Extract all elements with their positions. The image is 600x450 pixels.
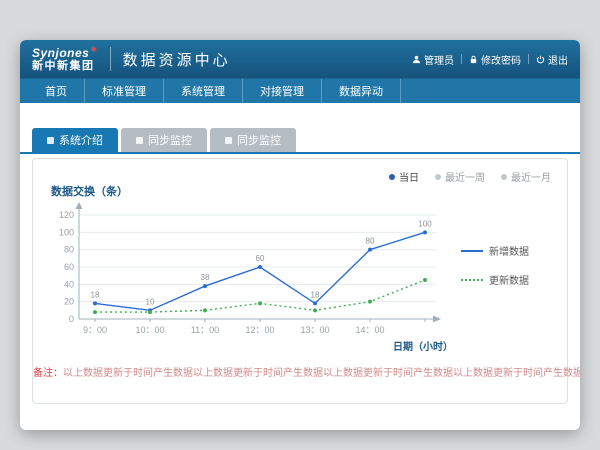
page-title: 数据资源中心 [123, 49, 231, 70]
nav-item-standard-mgmt[interactable]: 标准管理 [85, 79, 164, 103]
svg-text:20: 20 [64, 297, 74, 307]
tab-sync-monitor-2[interactable]: 同步监控 [210, 128, 296, 152]
legend-label: 新增数据 [489, 243, 529, 258]
svg-text:12：00: 12：00 [245, 325, 274, 335]
svg-text:60: 60 [64, 262, 74, 272]
admin-label: 管理员 [424, 52, 454, 67]
tab-label: 同步监控 [237, 132, 281, 148]
filter-dot-icon [389, 174, 395, 180]
svg-text:日期（小时）: 日期（小时） [393, 340, 453, 353]
footnote-prefix: 备注： [33, 368, 63, 379]
series-legend: 新增数据 更新数据 [461, 243, 529, 287]
svg-text:10: 10 [146, 297, 155, 306]
legend-item-update-data[interactable]: 更新数据 [461, 272, 529, 287]
logout-button[interactable]: 退出 [536, 52, 568, 67]
admin-button[interactable]: 管理员 [412, 52, 454, 67]
legend-item-new-data[interactable]: 新增数据 [461, 243, 529, 258]
tab-label: 同步监控 [148, 132, 192, 148]
svg-text:13：00: 13：00 [300, 325, 329, 335]
line-chart: 0 20 40 60 80 100 120 9：00 10：00 11：00 12：00 13：00 1… [45, 199, 457, 357]
footnote: 备注：以上数据更新于时间产生数据以上数据更新于时间产生数据以上数据更新于时间产生… [33, 364, 567, 379]
svg-text:100: 100 [418, 219, 432, 228]
svg-text:18: 18 [91, 290, 100, 299]
chart-row: 0 20 40 60 80 100 120 9：00 10：00 11：00 12：00 13：00 1… [45, 199, 559, 357]
svg-text:11：00: 11：00 [191, 325, 219, 335]
change-password-label: 修改密码 [481, 52, 521, 67]
desktop-background: Synjones✱ 新中新集团 数据资源中心 管理员 修改密码 退出 [0, 0, 600, 450]
svg-text:9：00: 9：00 [83, 325, 107, 335]
svg-text:100: 100 [59, 227, 74, 237]
svg-text:10：00: 10：00 [135, 325, 164, 335]
user-icon [412, 55, 421, 64]
brand-company: 新中新集团 [32, 60, 98, 72]
svg-text:80: 80 [366, 237, 375, 246]
filter-label: 当日 [399, 169, 419, 184]
header-separator [528, 54, 529, 64]
svg-text:38: 38 [201, 273, 210, 282]
tab-underline [20, 152, 580, 154]
solid-line-sample-icon [461, 250, 483, 252]
time-filters: 当日 最近一周 最近一月 [389, 169, 551, 184]
svg-text:14：00: 14：00 [355, 325, 384, 335]
legend-label: 更新数据 [489, 272, 529, 287]
brand-logo: Synjones✱ 新中新集团 [32, 46, 98, 72]
footnote-text: 以上数据更新于时间产生数据以上数据更新于时间产生数据以上数据更新于时间产生数据以… [63, 368, 580, 379]
y-axis-title: 数据交换（条） [51, 183, 128, 199]
tab-icon [225, 137, 232, 144]
header-actions: 管理员 修改密码 退出 [412, 52, 568, 67]
filter-dot-icon [501, 174, 507, 180]
tab-system-intro[interactable]: 系统介绍 [32, 128, 118, 152]
svg-text:0: 0 [69, 314, 74, 324]
app-header: Synjones✱ 新中新集团 数据资源中心 管理员 修改密码 退出 [20, 40, 580, 78]
change-password-button[interactable]: 修改密码 [469, 52, 521, 67]
app-window: Synjones✱ 新中新集团 数据资源中心 管理员 修改密码 退出 [20, 40, 580, 430]
brand-name: Synjones✱ [32, 46, 98, 60]
tab-icon [47, 137, 54, 144]
chart-panel: 当日 最近一周 最近一月 数据交换（条） 0 20 40 60 80 100 120 9：00… [32, 158, 568, 404]
tab-label: 系统介绍 [59, 132, 103, 148]
nav-item-home[interactable]: 首页 [28, 79, 85, 103]
logo-star-icon: ✱ [90, 45, 97, 54]
svg-text:40: 40 [64, 279, 74, 289]
nav-item-system-mgmt[interactable]: 系统管理 [164, 79, 243, 103]
nav-item-data-change[interactable]: 数据异动 [322, 79, 401, 103]
svg-text:80: 80 [64, 245, 74, 255]
dotted-line-sample-icon [461, 279, 483, 281]
power-icon [536, 55, 545, 64]
filter-dot-icon [435, 174, 441, 180]
filter-label: 最近一月 [511, 169, 551, 184]
svg-text:18: 18 [311, 290, 320, 299]
lock-icon [469, 55, 478, 64]
main-nav: 首页 标准管理 系统管理 对接管理 数据异动 [20, 78, 580, 103]
filter-last-month[interactable]: 最近一月 [501, 169, 551, 184]
header-divider [110, 47, 111, 71]
svg-text:60: 60 [256, 254, 265, 263]
svg-text:120: 120 [59, 210, 74, 220]
tab-icon [136, 137, 143, 144]
filter-label: 最近一周 [445, 169, 485, 184]
brand-name-text: Synjones [32, 46, 89, 60]
nav-item-interface-mgmt[interactable]: 对接管理 [243, 79, 322, 103]
logout-label: 退出 [548, 52, 568, 67]
tab-sync-monitor-1[interactable]: 同步监控 [121, 128, 207, 152]
filter-today[interactable]: 当日 [389, 169, 419, 184]
tab-bar: 系统介绍 同步监控 同步监控 [32, 128, 580, 152]
header-separator [461, 54, 462, 64]
filter-last-week[interactable]: 最近一周 [435, 169, 485, 184]
